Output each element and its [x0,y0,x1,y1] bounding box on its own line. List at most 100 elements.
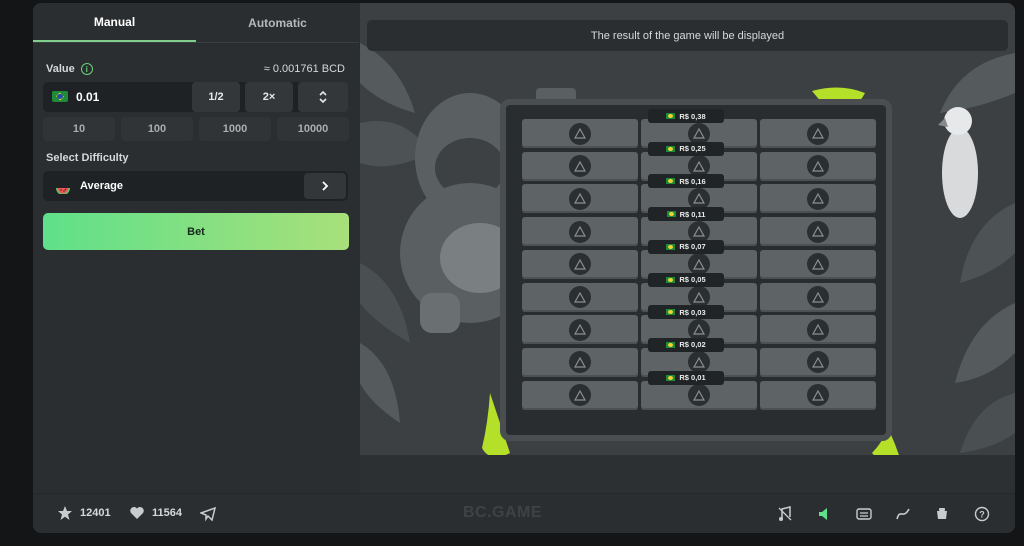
triangle-icon [807,286,829,308]
triangle-icon [688,253,710,276]
bet-button[interactable]: Bet [43,213,349,250]
triangle-icon [569,318,591,341]
tower-cell[interactable] [522,151,638,181]
brazil-flag-icon [666,113,676,119]
tower-cell[interactable] [760,315,876,345]
tab-automatic[interactable]: Automatic [196,3,359,42]
sound-icon[interactable] [816,505,834,523]
tower-cell[interactable] [522,184,638,214]
tab-manual[interactable]: Manual [33,3,196,42]
mode-tabs: Manual Automatic [33,3,359,43]
tower-cell[interactable] [641,380,757,410]
triangle-icon [807,351,829,374]
prize-label: R$ 0,38 [648,109,724,123]
tower-cell[interactable] [522,315,638,345]
triangle-icon [569,253,591,276]
prize-label: R$ 0,25 [648,141,724,156]
favorites-count: 12401 [80,507,111,519]
tower-cell[interactable] [760,184,876,214]
tower-cell[interactable] [760,347,876,377]
fairness-icon[interactable] [933,505,951,523]
approx-bcd: ≈ 0.001761 BCD [263,63,345,75]
favorites-stat[interactable]: 12401 [57,505,111,521]
triangle-icon [569,122,591,145]
difficulty-arrow-button[interactable] [304,173,346,199]
share-telegram-icon[interactable] [199,505,217,523]
prize-label: R$ 0,01 [648,370,724,385]
tower-cell[interactable] [522,217,638,247]
bottom-toolbar: 12401 11564 BC.GAME ? [33,493,1015,533]
triangle-icon [807,318,829,341]
info-icon[interactable]: i [80,63,93,75]
prize-value: R$ 0,38 [679,111,706,121]
likes-stat[interactable]: 11564 [129,505,182,521]
prize-value: R$ 0,25 [679,144,706,154]
brazil-flag-icon [666,211,676,218]
bet-amount-value: 0.01 [76,90,100,104]
triangle-icon [569,187,591,210]
music-icon[interactable] [776,505,794,523]
prize-value: R$ 0,05 [679,275,706,284]
likes-count: 11564 [152,507,182,519]
quick-amount-10[interactable]: 10 [43,117,115,141]
triangle-icon [569,155,591,178]
value-label: Value [46,63,75,75]
prize-label: R$ 0,02 [648,337,724,352]
tower-cell[interactable] [760,380,876,410]
amount-stepper[interactable] [298,82,348,112]
tower-cell[interactable] [760,282,876,312]
brazil-flag-icon [666,276,676,283]
game-window: Manual Automatic Value i ≈ 0.001761 BCD … [33,3,1015,533]
triangle-icon [807,187,829,210]
game-board-area: The result of the game will be displayed… [360,3,1015,493]
tower-cell[interactable] [522,249,638,279]
quick-amount-100[interactable]: 100 [121,117,193,141]
triangle-icon [569,286,591,308]
tower-cell[interactable] [760,249,876,279]
prize-label: R$ 0,05 [648,272,724,287]
difficulty-value: Average [80,180,124,192]
triangle-icon [807,122,829,145]
triangle-icon [807,253,829,276]
tower-cell[interactable] [522,347,638,377]
help-icon[interactable]: ? [973,505,991,523]
prize-label: R$ 0,16 [648,174,724,189]
triangle-icon [807,220,829,243]
chevron-up-down-icon [319,90,327,104]
prize-value: R$ 0,16 [679,176,706,186]
brazil-flag-icon [52,91,68,102]
bet-amount-input[interactable]: 0.01 1/2 2× [43,82,348,112]
difficulty-label: Select Difficulty [46,152,129,164]
tower-board: R$ 0,38 R$ 0,25 R$ 0,16 R$ 0,11 R$ 0,07 R$ 0,… [500,99,892,441]
svg-text:?: ? [979,510,985,520]
triangle-icon [569,384,591,407]
difficulty-select[interactable]: Average [43,171,348,201]
triangle-icon [688,384,710,407]
half-button[interactable]: 1/2 [192,82,240,112]
double-button[interactable]: 2× [245,82,293,112]
tower-cell[interactable] [760,119,876,148]
prize-value: R$ 0,07 [679,242,706,252]
watermelon-icon [56,188,70,194]
brazil-flag-icon [666,178,676,185]
keyboard-icon[interactable] [855,505,873,523]
heart-icon [130,507,144,519]
brazil-flag-icon [666,374,676,381]
tower-cell[interactable] [522,380,638,410]
tower-cell[interactable] [760,217,876,247]
prize-value: R$ 0,03 [679,307,706,317]
tower-cell[interactable] [760,151,876,181]
ground-strip [360,455,1015,493]
prize-label: R$ 0,07 [648,239,724,254]
brand-watermark: BC.GAME [463,504,543,521]
value-label-row: Value i [46,63,93,75]
stats-curve-icon[interactable] [894,505,912,523]
triangle-icon [807,155,829,178]
quick-amount-10000[interactable]: 10000 [277,117,349,141]
quick-amount-1000[interactable]: 1000 [199,117,271,141]
result-display: The result of the game will be displayed [367,20,1008,51]
prize-label: R$ 0,11 [648,207,724,222]
tower-cell[interactable] [522,119,638,148]
chevron-right-icon [322,181,329,191]
tower-cell[interactable] [522,282,638,312]
